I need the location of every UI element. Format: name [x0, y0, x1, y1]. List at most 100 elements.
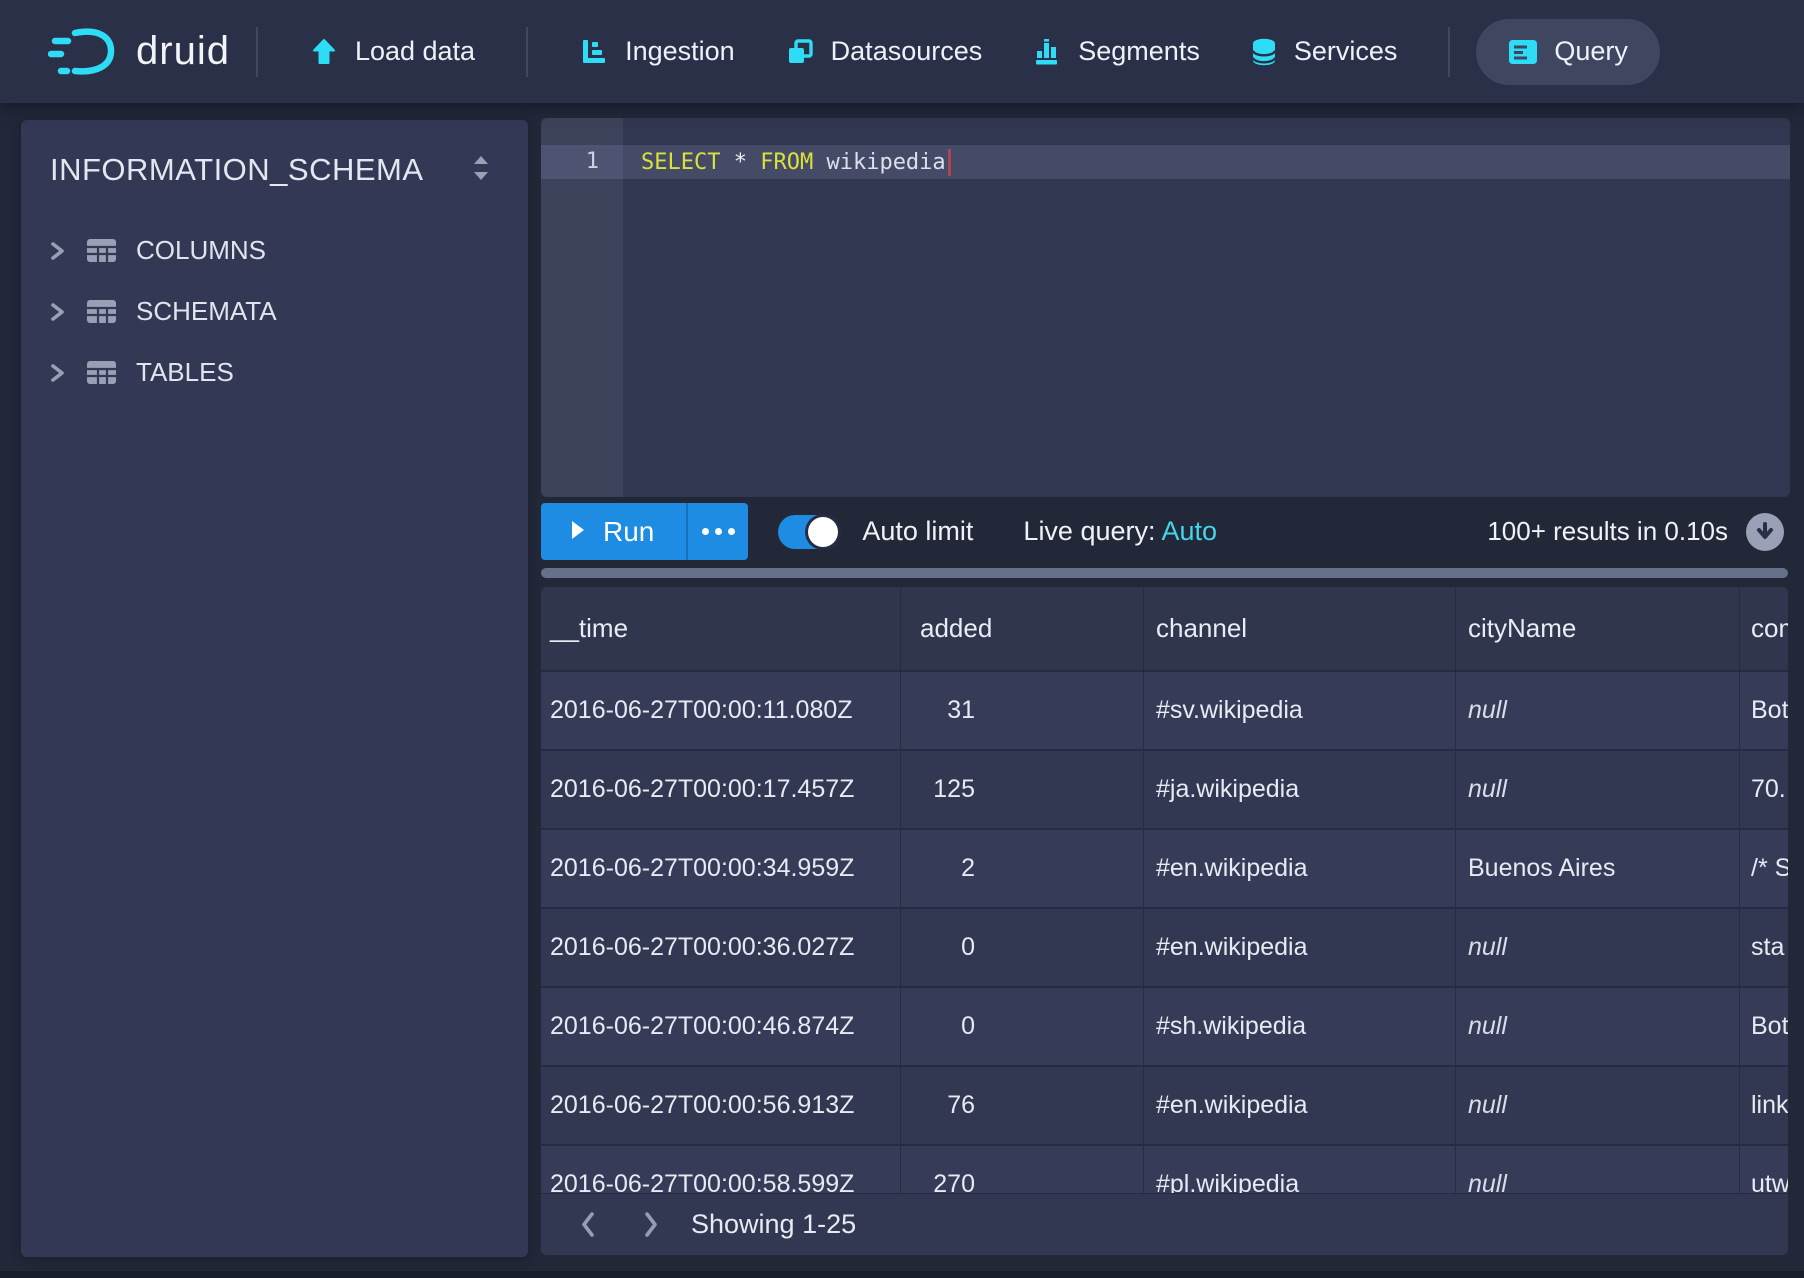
table-row: 2016-06-27T00:00:56.913Z76#en.wikipedian…	[541, 1065, 1788, 1144]
run-button[interactable]: Run	[541, 503, 686, 560]
auto-limit-toggle[interactable]	[778, 515, 840, 549]
cell-comment[interactable]: 70.	[1740, 751, 1788, 828]
cell-comment[interactable]: link	[1740, 1067, 1788, 1144]
sql-text: SELECT * FROM wikipedia	[641, 150, 946, 175]
cell-channel[interactable]: #ja.wikipedia	[1144, 751, 1456, 828]
datasources-icon	[785, 37, 815, 67]
download-icon[interactable]	[1746, 513, 1784, 551]
cell-added[interactable]: 0	[901, 909, 1144, 986]
results-summary: 100+ results in 0.10s	[1487, 516, 1728, 547]
cell-channel[interactable]: #en.wikipedia	[1144, 830, 1456, 907]
grid-header-row: __timeaddedchannelcityNamecomment	[541, 587, 1788, 670]
live-query-value[interactable]: Auto	[1162, 516, 1218, 546]
druid-logo-icon	[48, 25, 118, 79]
next-page-button[interactable]	[619, 1194, 681, 1256]
cell--time[interactable]: 2016-06-27T00:00:11.080Z	[541, 672, 901, 749]
schema-selector[interactable]: INFORMATION_SCHEMA	[21, 120, 528, 214]
table-icon	[86, 298, 117, 325]
nav-item-services[interactable]: Services	[1225, 19, 1423, 85]
sidebar-item-schemata[interactable]: SCHEMATA	[21, 281, 528, 342]
nav-items: Load data Ingestion Datasources Segments Ser…	[284, 0, 1660, 103]
cell--time[interactable]: 2016-06-27T00:00:17.457Z	[541, 751, 901, 828]
segments-icon	[1032, 37, 1062, 67]
cell-added[interactable]: 76	[901, 1067, 1144, 1144]
double-caret-icon[interactable]	[470, 154, 492, 187]
cell--time[interactable]: 2016-06-27T00:00:46.874Z	[541, 988, 901, 1065]
brand-name: druid	[136, 29, 230, 74]
cell--time[interactable]: 2016-06-27T00:00:34.959Z	[541, 830, 901, 907]
results-grid: __timeaddedchannelcityNamecomment2016-06…	[541, 587, 1788, 1223]
cell-cityname[interactable]: Buenos Aires	[1456, 830, 1740, 907]
horizontal-scrollbar[interactable]	[541, 568, 1788, 578]
cell-comment[interactable]: Bot	[1740, 672, 1788, 749]
run-button-group: Run	[541, 503, 748, 560]
sql-token: wikipedia	[813, 150, 945, 175]
chevron-right-icon[interactable]	[47, 301, 67, 323]
sidebar-item-tables[interactable]: TABLES	[21, 342, 528, 403]
editor-gutter: 1	[541, 118, 623, 497]
column-header-added[interactable]: added	[901, 587, 1144, 670]
schema-title[interactable]: INFORMATION_SCHEMA	[50, 152, 424, 188]
cell-cityname[interactable]: null	[1456, 1067, 1740, 1144]
sidebar-item-columns[interactable]: COLUMNS	[21, 220, 528, 281]
query-icon	[1508, 39, 1538, 65]
column-header-cityname[interactable]: cityName	[1456, 587, 1740, 670]
toggle-knob	[808, 517, 838, 547]
nav-item-ingestion[interactable]: Ingestion	[554, 19, 760, 85]
table-row: 2016-06-27T00:00:11.080Z31#sv.wikipedian…	[541, 670, 1788, 749]
nav-item-label: Ingestion	[625, 36, 735, 67]
cell-cityname[interactable]: null	[1456, 988, 1740, 1065]
chevron-right-icon[interactable]	[47, 240, 67, 262]
table-row: 2016-06-27T00:00:17.457Z125#ja.wikipedia…	[541, 749, 1788, 828]
play-icon	[570, 516, 586, 548]
query-editor[interactable]: 1 SELECT * FROM wikipedia	[541, 118, 1790, 497]
pagination-status: Showing 1-25	[691, 1209, 856, 1240]
column-header-channel[interactable]: channel	[1144, 587, 1456, 670]
sidebar-item-label: TABLES	[136, 357, 234, 388]
cell-comment[interactable]: /* S	[1740, 830, 1788, 907]
brand[interactable]: druid	[48, 25, 230, 79]
nav-item-segments[interactable]: Segments	[1007, 19, 1225, 85]
table-row: 2016-06-27T00:00:34.959Z2#en.wikipediaBu…	[541, 828, 1788, 907]
cell-channel[interactable]: #en.wikipedia	[1144, 909, 1456, 986]
nav-item-label: Load data	[355, 36, 475, 67]
query-toolbar: Run Auto limit Live query: Auto 100+ res…	[541, 503, 1790, 560]
cell-added[interactable]: 0	[901, 988, 1144, 1065]
cell-added[interactable]: 31	[901, 672, 1144, 749]
ingestion-icon	[579, 37, 609, 67]
column-header--time[interactable]: __time	[541, 587, 901, 670]
column-header-comment[interactable]: comment	[1740, 587, 1788, 670]
cell--time[interactable]: 2016-06-27T00:00:36.027Z	[541, 909, 901, 986]
nav-item-query[interactable]: Query	[1476, 19, 1660, 85]
cell--time[interactable]: 2016-06-27T00:00:56.913Z	[541, 1067, 901, 1144]
live-query-label: Live query:	[1023, 516, 1155, 546]
text-cursor	[948, 149, 951, 176]
cell-channel[interactable]: #sh.wikipedia	[1144, 988, 1456, 1065]
druid-console: druid Load data Ingestion Datasources Segme…	[0, 0, 1804, 1278]
cell-cityname[interactable]: null	[1456, 909, 1740, 986]
nav-item-label: Query	[1554, 36, 1628, 67]
cell-added[interactable]: 125	[901, 751, 1144, 828]
schema-sidebar: INFORMATION_SCHEMA COLUMNSSCHEMATA TABLES	[21, 120, 528, 1257]
sql-token: SELECT	[641, 150, 720, 175]
cell-cityname[interactable]: null	[1456, 672, 1740, 749]
prev-page-button[interactable]	[557, 1194, 619, 1256]
cell-comment[interactable]: sta	[1740, 909, 1788, 986]
pagination-bar: Showing 1-25	[541, 1193, 1788, 1255]
table-icon	[86, 359, 117, 386]
cell-cityname[interactable]: null	[1456, 751, 1740, 828]
nav-item-load-data[interactable]: Load data	[284, 19, 500, 85]
cell-channel[interactable]: #en.wikipedia	[1144, 1067, 1456, 1144]
chevron-right-icon[interactable]	[47, 362, 67, 384]
nav-item-datasources[interactable]: Datasources	[760, 19, 1008, 85]
run-more-button[interactable]	[686, 503, 748, 560]
table-row: 2016-06-27T00:00:36.027Z0#en.wikipedianu…	[541, 907, 1788, 986]
cell-channel[interactable]: #sv.wikipedia	[1144, 672, 1456, 749]
nav-divider	[256, 27, 258, 77]
nav-item-label: Services	[1294, 36, 1398, 67]
run-button-label: Run	[603, 516, 654, 548]
cell-comment[interactable]: Bot	[1740, 988, 1788, 1065]
cell-added[interactable]: 2	[901, 830, 1144, 907]
nav-item-label: Datasources	[831, 36, 983, 67]
sql-line[interactable]: SELECT * FROM wikipedia	[623, 145, 1790, 179]
